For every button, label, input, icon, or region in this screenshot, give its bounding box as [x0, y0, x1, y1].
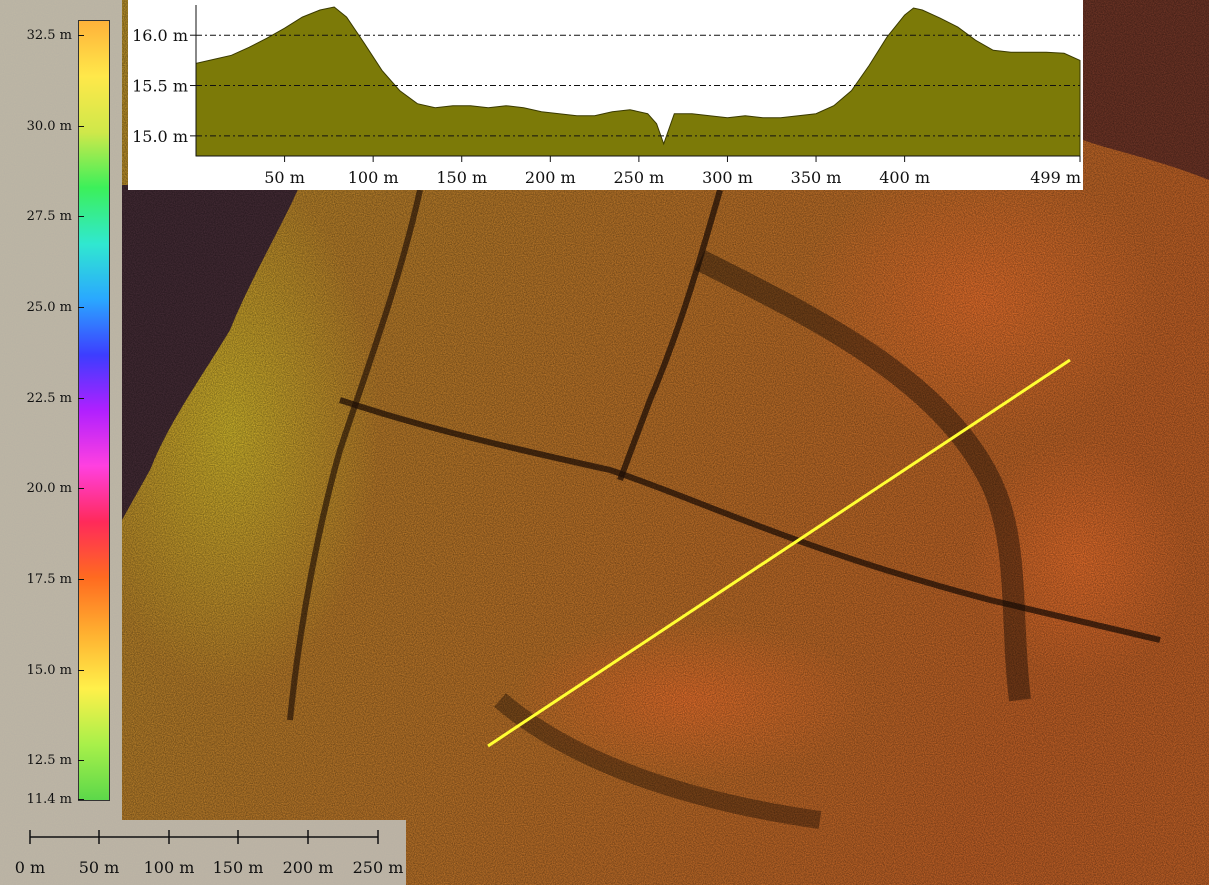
x-axis-tick-label: 250 m	[613, 168, 664, 187]
x-axis-tick-label: 50 m	[264, 168, 305, 187]
elevation-legend: 32.5 m 30.0 m 27.5 m 25.0 m 22.5 m 20.0 …	[0, 0, 122, 820]
legend-tick: 30.0 m	[0, 119, 84, 134]
x-axis-tick-label: 100 m	[348, 168, 399, 187]
x-axis-tick-label: 499 m	[1030, 168, 1081, 187]
scale-bar-label: 200 m	[283, 858, 334, 877]
legend-tick: 17.5 m	[0, 572, 84, 587]
scale-bar-label: 50 m	[79, 858, 120, 877]
legend-tick: 20.0 m	[0, 481, 84, 496]
y-axis-tick-label: 16.0 m	[132, 26, 188, 45]
profile-area	[195, 6, 1081, 157]
legend-tick: 15.0 m	[0, 663, 84, 678]
legend-tick: 22.5 m	[0, 391, 84, 406]
scale-bar-label: 100 m	[144, 858, 195, 877]
scale-bar-label: 250 m	[353, 858, 404, 877]
legend-tick: 27.5 m	[0, 209, 84, 224]
x-axis-tick-label: 350 m	[791, 168, 842, 187]
profile-plot: 16.0 m 15.5 m 15.0 m 50 m 100 m 150 m 200 m 250…	[132, 5, 1081, 187]
y-axis-tick-label: 15.0 m	[132, 127, 188, 146]
legend-tick: 32.5 m	[0, 28, 84, 43]
x-axis-tick-label: 150 m	[436, 168, 487, 187]
x-axis-tick-label: 400 m	[879, 168, 930, 187]
scale-bar-label: 0 m	[15, 858, 45, 877]
scale-bar-label: 150 m	[213, 858, 264, 877]
x-axis-tick-label: 300 m	[702, 168, 753, 187]
legend-tick: 25.0 m	[0, 300, 84, 315]
legend-tick: 11.4 m	[0, 792, 84, 807]
x-axis-tick-label: 200 m	[525, 168, 576, 187]
scale-bar: 0 m 50 m 100 m 150 m 200 m 250 m	[0, 820, 406, 885]
legend-tick: 12.5 m	[0, 753, 84, 768]
elevation-profile-chart: 16.0 m 15.5 m 15.0 m 50 m 100 m 150 m 200 m 250…	[128, 0, 1083, 190]
y-axis-tick-label: 15.5 m	[132, 77, 188, 96]
elevation-color-ramp	[78, 20, 110, 801]
